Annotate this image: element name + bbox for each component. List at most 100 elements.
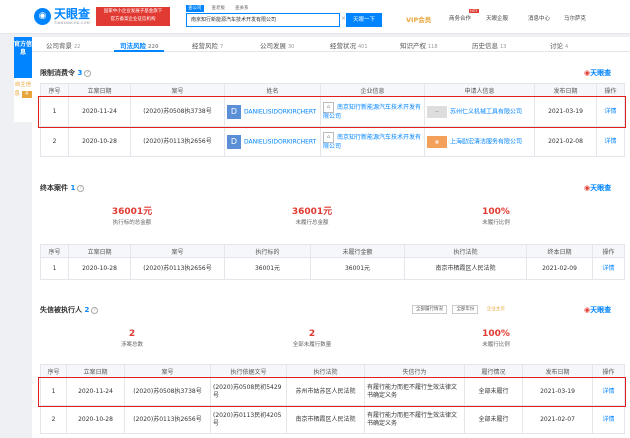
- section-title-text: 终本案件: [40, 184, 68, 192]
- side-tabs: 官方信息 自主信息 4: [14, 37, 32, 125]
- tab-ip[interactable]: 知识产权 118: [400, 40, 438, 50]
- logo-eye-icon: ◉: [34, 8, 51, 25]
- column-header: 案号: [124, 364, 211, 378]
- stat-value: 36001元: [111, 207, 153, 217]
- column-header: 操作: [596, 83, 625, 97]
- publish-date: 2021-02-08: [534, 126, 597, 157]
- filing-date: 2020-10-28: [68, 126, 131, 157]
- self-risk-count-badge: 4: [21, 91, 32, 98]
- applicant-link[interactable]: 上海励宏清洁服务有限公司: [450, 138, 522, 145]
- stat-total-target: 36001元执行标的总金额: [92, 207, 172, 226]
- row-number: 1: [40, 257, 69, 280]
- person-cell: D DANIELISIDORKIRCHERT: [224, 126, 321, 157]
- help-icon[interactable]: ?: [77, 184, 85, 192]
- tab-business-risk[interactable]: 经营风险 7: [192, 40, 223, 50]
- tab-background[interactable]: 公司背景 22: [46, 40, 80, 50]
- column-header: 申请人信息: [424, 83, 535, 97]
- search-button[interactable]: 天眼一下: [346, 13, 382, 27]
- column-header: 失信行为: [364, 364, 465, 378]
- stat-value: 100%: [482, 207, 510, 217]
- stat-label: 未履行总金额: [295, 220, 329, 226]
- section-title-final-cases: 终本案件 1?: [40, 183, 85, 193]
- tab-count: 4: [565, 44, 569, 50]
- stat-label: 全部未履行数量: [292, 342, 332, 348]
- table-header-row: 序号 立案日期 案号 执行标的 未履行金额 执行法院 终本日期 操作: [40, 244, 625, 258]
- nav-user[interactable]: 马尔萨克: [564, 14, 586, 22]
- follow-company-button[interactable]: 企业主页: [484, 306, 508, 313]
- column-header: 执行标的: [224, 244, 311, 258]
- vip-link[interactable]: VIP会员: [406, 14, 431, 24]
- table-row: 2 2020-10-28 (2020)苏0113执2656号 (2020)苏01…: [40, 405, 625, 434]
- side-tab-self-risk[interactable]: 自主信息 4: [14, 78, 32, 122]
- detail-link[interactable]: 详情: [592, 405, 625, 434]
- promo-line-2: 官方备案企业征信机构: [110, 17, 156, 22]
- tab-label: 公司背景: [46, 42, 72, 50]
- tab-count: 7: [220, 44, 224, 50]
- site-logo[interactable]: ◉ 天眼查 TIANYANCHA.COM: [34, 8, 90, 25]
- stat-unpaid-total: 36001元 未履行总金额: [272, 207, 352, 226]
- section-title-text: 限制消费令: [40, 69, 75, 77]
- dishonest-filters: 全部履行情况 全部年份 企业主页: [412, 305, 512, 314]
- highlight-box: [38, 96, 626, 128]
- column-header: 立案日期: [68, 83, 131, 97]
- brand-text: 天眼查: [590, 69, 612, 77]
- filter-year-dropdown[interactable]: 全部年份: [452, 305, 479, 314]
- tab-label: 历史信息: [472, 42, 498, 50]
- search-tab-relation[interactable]: 查关系: [233, 5, 251, 12]
- person-name-link[interactable]: DANIELISIDORKIRCHERT: [244, 138, 316, 145]
- stat-label: 未履行比例: [482, 342, 510, 348]
- search-tab-company[interactable]: 查公司: [186, 5, 204, 12]
- stat-value: 2: [308, 329, 316, 339]
- top-bar: ◉ 天眼查 TIANYANCHA.COM 国家中小企业发展子基金旗下 官方备案企…: [0, 0, 630, 34]
- company-cell: ⌂ 南京知行新能源汽车技术开发有限公司: [320, 126, 425, 157]
- table-row: 2 2020-10-28 (2020)苏0113执2656号 D DANIELIS…: [40, 126, 625, 157]
- brand-text: 天眼查: [590, 184, 612, 192]
- detail-link[interactable]: 详情: [596, 126, 625, 157]
- section-title-dishonest: 失信被执行人 2?: [40, 305, 99, 315]
- tab-label: 经营状况: [330, 42, 356, 50]
- search-tab-boss[interactable]: 查老板: [210, 5, 228, 12]
- stat-label: 执行标的总金额: [112, 220, 152, 226]
- column-header: 序号: [40, 83, 69, 97]
- tab-history[interactable]: 历史信息 13: [472, 40, 506, 50]
- company-link[interactable]: 南京知行新能源汽车技术开发有限公司: [323, 134, 421, 150]
- brand-watermark: ◉天眼查: [584, 305, 611, 315]
- nav-business[interactable]: 商务合作: [449, 14, 471, 22]
- help-icon[interactable]: ?: [91, 306, 99, 314]
- tab-development[interactable]: 公司发展 30: [260, 40, 294, 50]
- column-header: 操作: [592, 244, 625, 258]
- tab-operations[interactable]: 经营状况 401: [330, 40, 368, 50]
- side-tab-official[interactable]: 官方信息: [14, 37, 32, 78]
- performance-status: 全部未履行: [464, 405, 523, 434]
- tab-count: 118: [428, 44, 438, 50]
- column-header: 立案日期: [68, 244, 131, 258]
- tab-discussion[interactable]: 讨论 4: [550, 40, 568, 50]
- promo-line-1: 国家中小企业发展子基金旗下: [103, 9, 163, 14]
- column-header: 发布日期: [522, 364, 593, 378]
- search-mode-tabs: 查公司 查老板 查关系: [186, 5, 251, 12]
- applicant-logo-icon: ▦: [427, 135, 447, 148]
- nav-messages[interactable]: 消息中心: [528, 14, 550, 22]
- tab-count: 30: [288, 44, 295, 50]
- target-amount: 36001元: [224, 257, 311, 280]
- tab-count: 22: [74, 44, 81, 50]
- nav-services[interactable]: 天眼企服: [486, 14, 508, 22]
- hot-badge: HOT: [469, 9, 479, 13]
- section-title-consumption: 限制消费令 3?: [40, 68, 92, 78]
- search-input[interactable]: 南京知行新能源汽车技术开发有限公司: [186, 13, 340, 27]
- help-icon[interactable]: ?: [84, 69, 92, 77]
- detail-link[interactable]: 详情: [592, 257, 625, 280]
- filter-status-dropdown[interactable]: 全部履行情况: [412, 305, 447, 314]
- stat-value: 100%: [482, 329, 510, 339]
- company-logo-icon: ⌂: [323, 132, 334, 143]
- brand-watermark: ◉天眼查: [584, 183, 611, 193]
- dishonest-behavior: 有履行能力而拒不履行生效法律文书确定义务: [364, 405, 465, 434]
- section-count: 3: [77, 69, 83, 77]
- column-header: 终本日期: [526, 244, 593, 258]
- tab-label: 经营风险: [192, 42, 218, 50]
- column-header: 企业信息: [320, 83, 425, 97]
- promo-banner[interactable]: 国家中小企业发展子基金旗下 官方备案企业征信机构: [96, 7, 170, 26]
- table-header-row: 序号 立案日期 案号 执行依据文号 执行法院 失信行为 履行情况 发布日期 操作: [40, 364, 625, 378]
- column-header: 案号: [130, 244, 225, 258]
- tab-judicial-risk[interactable]: 司法风险 220: [120, 40, 158, 50]
